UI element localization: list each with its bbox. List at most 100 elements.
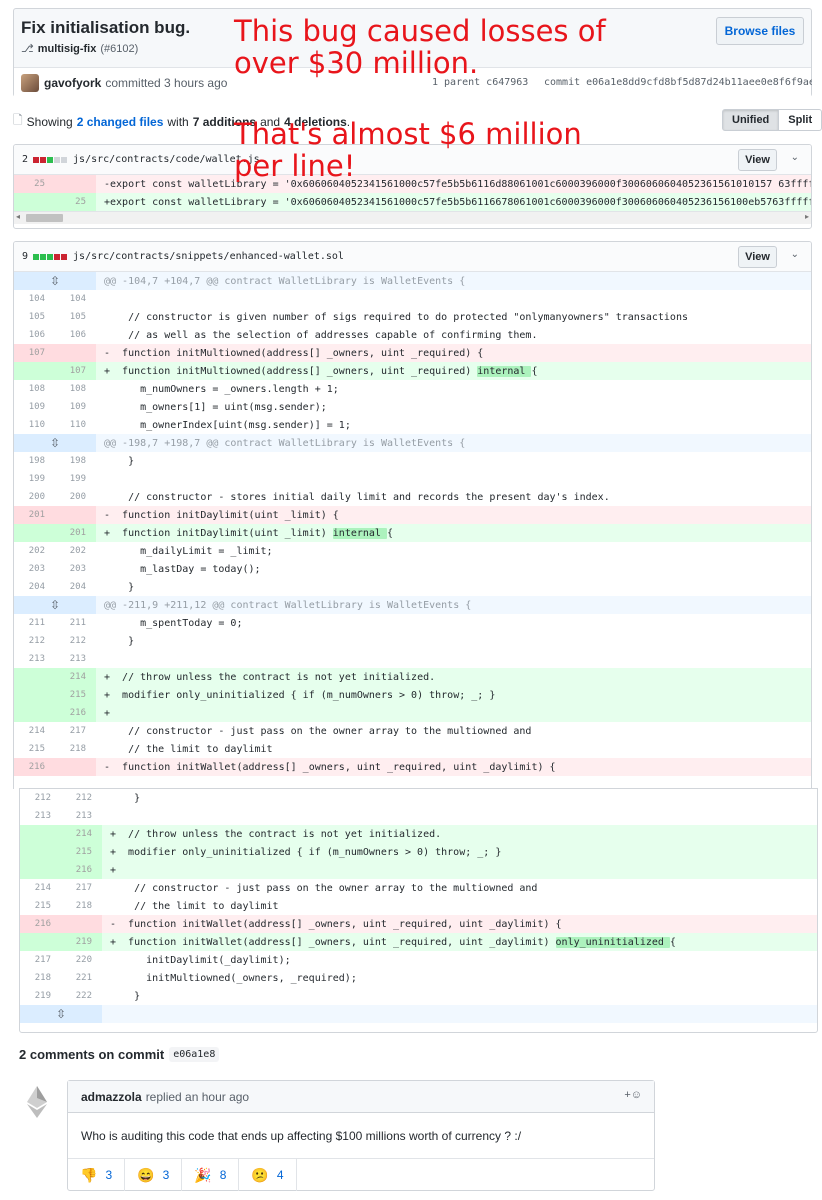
author-avatar[interactable] xyxy=(21,73,39,92)
old-line-number[interactable]: 204 xyxy=(14,578,55,596)
new-line-number[interactable]: 204 xyxy=(55,578,96,596)
new-line-number[interactable]: 203 xyxy=(55,560,96,578)
view-file-button[interactable]: View xyxy=(738,246,777,268)
old-line-number[interactable]: 211 xyxy=(14,614,55,632)
add-reaction-icon[interactable]: +☺ xyxy=(624,1089,642,1101)
old-line-number[interactable]: 110 xyxy=(14,416,55,434)
reaction-button[interactable]: 😄 3 xyxy=(125,1159,183,1191)
old-line-number[interactable] xyxy=(14,193,55,211)
author-name[interactable]: gavofyork xyxy=(44,76,101,90)
old-line-number[interactable]: 200 xyxy=(14,488,55,506)
new-line-number[interactable]: 201 xyxy=(55,524,96,542)
reaction-button[interactable]: 😕 4 xyxy=(239,1159,297,1191)
expand-icon[interactable]: ⇳ xyxy=(14,272,96,290)
new-line-number[interactable]: 212 xyxy=(55,632,96,650)
commit-sha-badge[interactable]: e06a1e8 xyxy=(169,1047,220,1062)
old-line-number[interactable]: 216 xyxy=(14,758,55,776)
new-line-number[interactable]: 212 xyxy=(61,789,102,807)
new-line-number[interactable]: 218 xyxy=(55,740,96,758)
new-line-number[interactable] xyxy=(55,344,96,362)
old-line-number[interactable]: 201 xyxy=(14,506,55,524)
expand-icon[interactable]: ⇳ xyxy=(14,434,96,452)
new-line-number[interactable]: 202 xyxy=(55,542,96,560)
old-line-number[interactable]: 216 xyxy=(20,915,61,933)
old-line-number[interactable] xyxy=(20,861,61,879)
old-line-number[interactable]: 198 xyxy=(14,452,55,470)
old-line-number[interactable]: 213 xyxy=(14,650,55,668)
reaction-button[interactable]: 🎉 8 xyxy=(182,1159,240,1191)
new-line-number[interactable]: 200 xyxy=(55,488,96,506)
old-line-number[interactable]: 105 xyxy=(14,308,55,326)
reaction-button[interactable]: 👎 3 xyxy=(68,1159,126,1191)
new-line-number[interactable]: 215 xyxy=(61,843,102,861)
new-line-number[interactable]: 213 xyxy=(55,650,96,668)
old-line-number[interactable] xyxy=(14,704,55,722)
old-line-number[interactable]: 104 xyxy=(14,290,55,308)
old-line-number[interactable] xyxy=(14,362,55,380)
new-line-number[interactable]: 218 xyxy=(61,897,102,915)
new-line-number[interactable]: 110 xyxy=(55,416,96,434)
new-line-number[interactable]: 211 xyxy=(55,614,96,632)
chevron-down-icon[interactable]: ⌄ xyxy=(791,152,799,163)
old-line-number[interactable]: 108 xyxy=(14,380,55,398)
new-line-number[interactable]: 214 xyxy=(61,825,102,843)
scrollbar-thumb[interactable] xyxy=(26,214,63,222)
old-line-number[interactable]: 25 xyxy=(14,175,55,193)
new-line-number[interactable]: 109 xyxy=(55,398,96,416)
old-line-number[interactable]: 217 xyxy=(20,951,61,969)
old-line-number[interactable] xyxy=(20,825,61,843)
new-line-number[interactable]: 214 xyxy=(55,668,96,686)
new-line-number[interactable]: 220 xyxy=(61,951,102,969)
new-line-number[interactable] xyxy=(55,758,96,776)
old-line-number[interactable]: 214 xyxy=(14,722,55,740)
new-line-number[interactable]: 108 xyxy=(55,380,96,398)
split-button[interactable]: Split xyxy=(779,109,822,131)
old-line-number[interactable] xyxy=(14,668,55,686)
old-line-number[interactable]: 214 xyxy=(20,879,61,897)
horizontal-scrollbar[interactable]: ◂ ▸ xyxy=(14,211,811,224)
file-path[interactable]: js/src/contracts/snippets/enhanced-walle… xyxy=(73,251,344,262)
new-line-number[interactable]: 221 xyxy=(61,969,102,987)
old-line-number[interactable]: 203 xyxy=(14,560,55,578)
new-line-number[interactable]: 106 xyxy=(55,326,96,344)
file-path[interactable]: js/src/contracts/code/wallet.js xyxy=(73,154,260,165)
new-line-number[interactable] xyxy=(61,915,102,933)
new-line-number[interactable]: 107 xyxy=(55,362,96,380)
old-line-number[interactable] xyxy=(20,843,61,861)
old-line-number[interactable]: 215 xyxy=(20,897,61,915)
scroll-left-icon[interactable]: ◂ xyxy=(16,212,20,221)
expand-icon[interactable]: ⇳ xyxy=(20,1005,102,1023)
new-line-number[interactable]: 104 xyxy=(55,290,96,308)
old-line-number[interactable]: 212 xyxy=(14,632,55,650)
old-line-number[interactable]: 199 xyxy=(14,470,55,488)
old-line-number[interactable]: 109 xyxy=(14,398,55,416)
old-line-number[interactable]: 202 xyxy=(14,542,55,560)
new-line-number[interactable]: 198 xyxy=(55,452,96,470)
new-line-number[interactable] xyxy=(55,506,96,524)
commenter-avatar[interactable] xyxy=(24,1086,50,1118)
new-line-number[interactable]: 25 xyxy=(55,193,96,211)
new-line-number[interactable] xyxy=(55,175,96,193)
old-line-number[interactable]: 218 xyxy=(20,969,61,987)
old-line-number[interactable]: 213 xyxy=(20,807,61,825)
pr-number[interactable]: (#6102) xyxy=(100,43,138,55)
unified-button[interactable]: Unified xyxy=(722,109,780,131)
comment-author[interactable]: admazzola xyxy=(81,1090,142,1104)
new-line-number[interactable]: 105 xyxy=(55,308,96,326)
changed-files-link[interactable]: 2 changed files xyxy=(77,115,164,129)
old-line-number[interactable]: 219 xyxy=(20,987,61,1005)
new-line-number[interactable]: 213 xyxy=(61,807,102,825)
old-line-number[interactable]: 106 xyxy=(14,326,55,344)
old-line-number[interactable] xyxy=(14,524,55,542)
new-line-number[interactable]: 216 xyxy=(61,861,102,879)
old-line-number[interactable]: 107 xyxy=(14,344,55,362)
browse-files-button[interactable]: Browse files xyxy=(716,17,804,45)
new-line-number[interactable]: 217 xyxy=(61,879,102,897)
expand-icon[interactable]: ⇳ xyxy=(14,596,96,614)
branch-name[interactable]: multisig-fix xyxy=(38,43,97,55)
old-line-number[interactable]: 212 xyxy=(20,789,61,807)
new-line-number[interactable]: 215 xyxy=(55,686,96,704)
new-line-number[interactable]: 216 xyxy=(55,704,96,722)
new-line-number[interactable]: 199 xyxy=(55,470,96,488)
old-line-number[interactable] xyxy=(20,933,61,951)
